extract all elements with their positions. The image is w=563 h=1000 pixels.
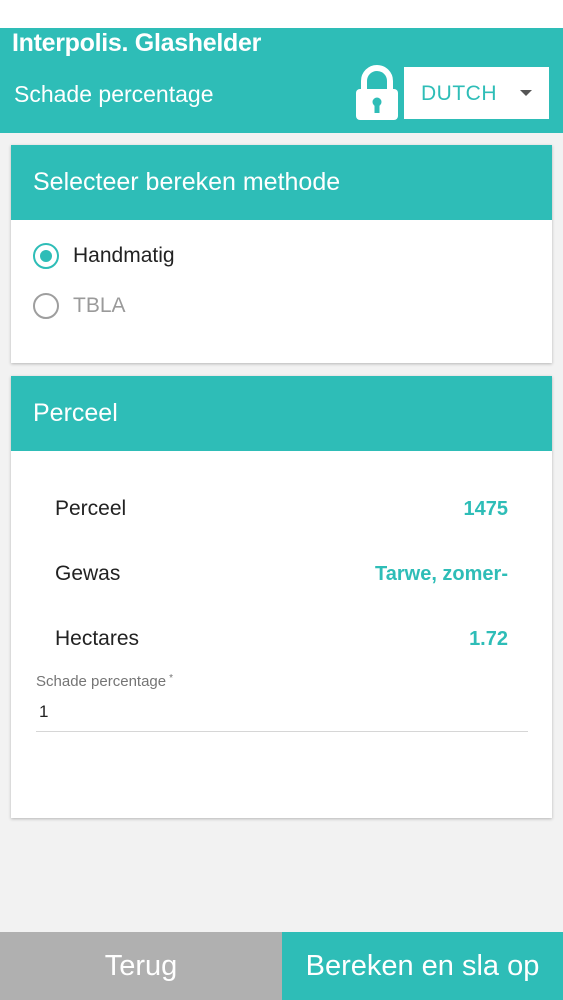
lock-icon[interactable] <box>354 65 400 121</box>
info-key: Perceel <box>55 497 127 520</box>
schade-percentage-field: Schade percentage * 1 <box>36 673 528 732</box>
method-card-title: Selecteer bereken methode <box>11 145 552 220</box>
perceel-card-title: Perceel <box>11 376 552 451</box>
back-button[interactable]: Terug <box>0 932 282 1000</box>
app-header: Interpolis. Glashelder Schade percentage… <box>0 28 563 133</box>
required-marker: * <box>169 673 174 684</box>
info-value: 1475 <box>463 498 509 520</box>
info-value: 1.72 <box>469 628 508 650</box>
info-key: Gewas <box>55 562 121 585</box>
radio-label: Handmatig <box>73 244 175 267</box>
radio-label: TBLA <box>73 294 126 317</box>
radio-option-handmatig[interactable]: Handmatig <box>33 241 175 271</box>
radio-option-tbla[interactable]: TBLA <box>33 291 126 321</box>
method-card: Selecteer bereken methode Handmatig TBLA <box>11 145 552 363</box>
chevron-down-icon <box>520 90 532 96</box>
radio-checked-icon[interactable] <box>33 243 59 269</box>
info-row-hectares: Hectares 1.72 <box>55 627 508 657</box>
field-label: Schade percentage * <box>36 673 528 690</box>
brand-title: Interpolis. Glashelder <box>12 29 262 57</box>
language-select[interactable]: DUTCH <box>404 67 549 119</box>
field-label-text: Schade percentage <box>36 673 167 690</box>
info-row-gewas: Gewas Tarwe, zomer- <box>55 562 508 592</box>
status-bar <box>0 0 563 28</box>
page-title: Schade percentage <box>14 81 214 107</box>
schade-percentage-input[interactable]: 1 <box>36 702 528 732</box>
screen: Interpolis. Glashelder Schade percentage… <box>0 0 563 1000</box>
radio-unchecked-icon[interactable] <box>33 293 59 319</box>
calculate-save-button[interactable]: Bereken en sla op <box>282 932 563 1000</box>
info-key: Hectares <box>55 627 140 650</box>
info-value: Tarwe, zomer- <box>375 563 508 585</box>
language-value: DUTCH <box>421 82 497 105</box>
perceel-card: Perceel Perceel 1475 Gewas Tarwe, zomer-… <box>11 376 552 818</box>
info-row-perceel: Perceel 1475 <box>55 497 508 527</box>
